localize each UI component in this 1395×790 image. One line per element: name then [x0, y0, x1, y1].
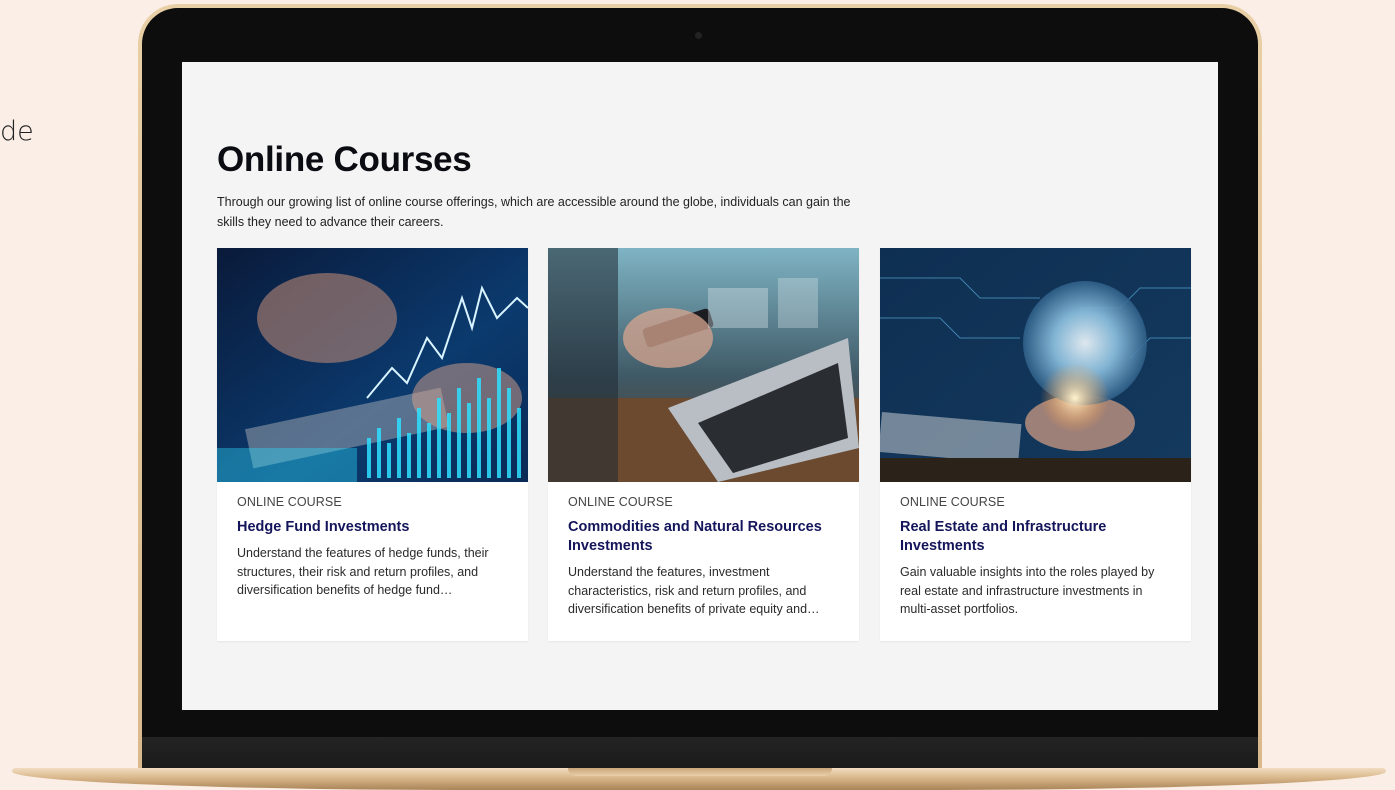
card-title[interactable]: Hedge Fund Investments: [237, 518, 512, 537]
card-image[interactable]: [217, 248, 528, 482]
page-intro: Through our growing list of online cours…: [217, 195, 851, 229]
course-card-real-estate[interactable]: ONLINE COURSE Real Estate and Infrastruc…: [880, 248, 1191, 641]
course-card-hedge-fund[interactable]: ONLINE COURSE Hedge Fund Investments Und…: [217, 248, 528, 641]
card-kicker: ONLINE COURSE: [900, 495, 1005, 509]
camera-icon: [695, 32, 702, 39]
course-card-commodities[interactable]: ONLINE COURSE Commodities and Natural Re…: [548, 248, 859, 641]
laptop-bezel-bottom: [142, 737, 1258, 770]
globe-hands-image: [880, 248, 1191, 482]
card-image[interactable]: [548, 248, 859, 482]
laptop-phone-image: [548, 248, 859, 482]
card-kicker: ONLINE COURSE: [237, 495, 342, 509]
card-description: Gain valuable insights into the roles pl…: [900, 565, 1155, 616]
card-title[interactable]: Commodities and Natural Resources Invest…: [568, 518, 843, 555]
laptop-screen: Online Courses Through our growing list …: [182, 62, 1218, 710]
laptop-notch: [568, 768, 832, 776]
card-title[interactable]: Real Estate and Infrastructure Investmen…: [900, 518, 1175, 555]
side-text-fragment: de: [0, 116, 34, 147]
card-kicker: ONLINE COURSE: [568, 495, 673, 509]
card-description: Understand the features, investment char…: [568, 565, 820, 616]
stock-chart-keyboard-image: [217, 248, 528, 482]
card-image[interactable]: [880, 248, 1191, 482]
card-description: Understand the features of hedge funds, …: [237, 546, 489, 597]
page-title: Online Courses: [217, 140, 472, 179]
